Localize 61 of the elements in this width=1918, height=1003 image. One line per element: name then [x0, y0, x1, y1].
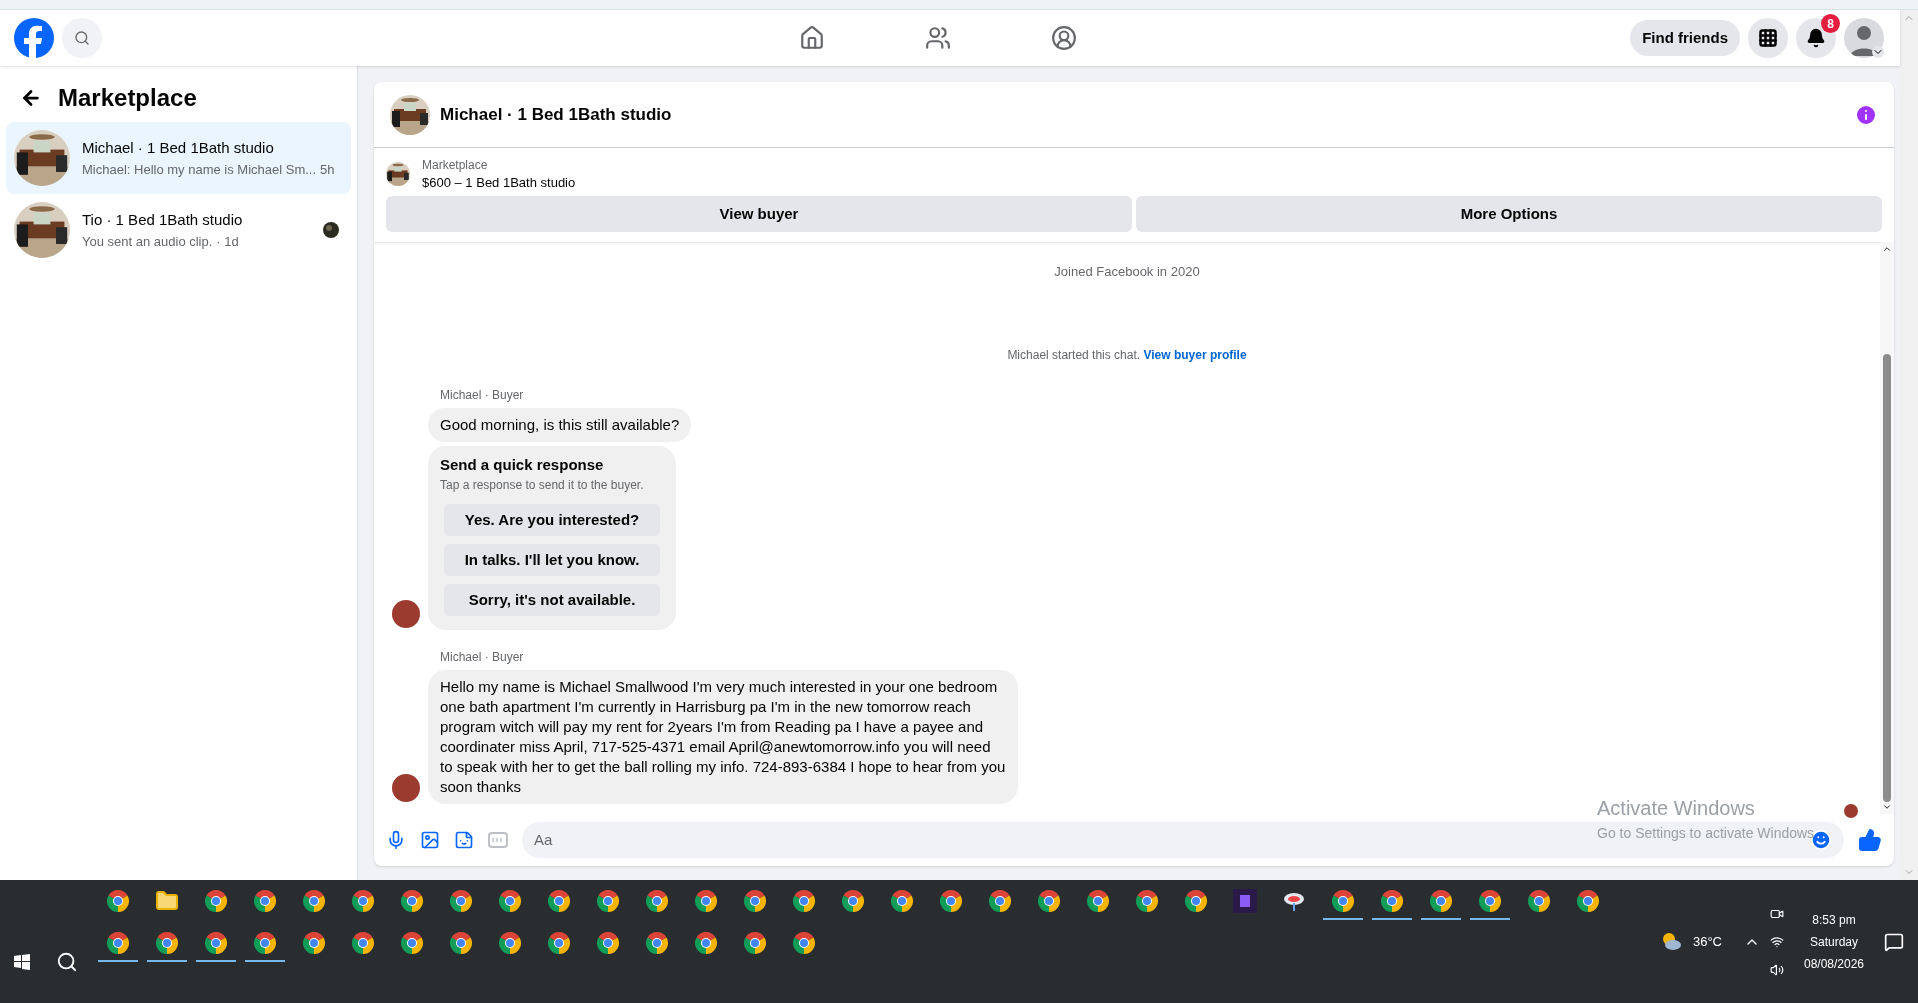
avatar [392, 600, 420, 628]
message-bubble: Good morning, is this still available? [428, 407, 692, 442]
message-preview: Michael: Hello my name is Michael Sm... [82, 160, 317, 179]
profile-avatar[interactable] [1844, 18, 1884, 58]
quick-response-button[interactable]: In talks. I'll let you know. [444, 544, 660, 576]
back-icon[interactable] [20, 87, 42, 109]
scrollbar[interactable] [1880, 242, 1894, 814]
find-friends-button[interactable]: Find friends [1630, 20, 1740, 56]
menu-button[interactable] [1748, 18, 1788, 58]
volume-icon[interactable] [1770, 962, 1784, 977]
search-button[interactable] [62, 18, 102, 58]
activation-notice-text: Go to Settings to activate Windows [1597, 824, 1815, 843]
quick-response-button[interactable]: Yes. Are you interested? [444, 504, 660, 536]
listing-title: $600 – 1 Bed 1Bath studio [422, 174, 576, 192]
groups-icon[interactable] [1051, 25, 1077, 51]
windows-icon[interactable] [14, 954, 30, 970]
joined-info: Joined Facebook in 2020 [1054, 263, 1200, 281]
notification-count: 8 [1821, 14, 1840, 33]
clock-day[interactable]: Saturday [1810, 930, 1858, 953]
chat-title: Michael · 1 Bed 1Bath studio [440, 103, 673, 126]
grid-icon [1758, 28, 1778, 48]
activation-notice-title: Activate Windows [1597, 796, 1756, 821]
action-button[interactable]: More Options [1136, 196, 1882, 232]
network-icon[interactable] [1770, 934, 1784, 949]
caret-icon[interactable] [1872, 46, 1884, 58]
card-title: Send a quick response [440, 454, 605, 475]
friends-icon[interactable] [925, 25, 951, 51]
home-icon[interactable] [799, 25, 825, 51]
buyer-profile-link[interactable]: View buyer profile [1143, 347, 1247, 362]
conversation-title: Tio · 1 Bed 1Bath studio [82, 210, 244, 230]
message-input[interactable]: Aa [534, 828, 834, 852]
microphone-icon[interactable] [386, 830, 406, 850]
photo-icon[interactable] [420, 830, 440, 850]
card-subtitle: Tap a response to send it to the buyer. [440, 477, 645, 494]
like-icon[interactable] [1858, 828, 1882, 852]
message-preview: You sent an audio clip. [82, 232, 213, 251]
logo[interactable] [14, 18, 54, 58]
scroll-down-icon[interactable] [1882, 802, 1892, 812]
scroll-up-icon[interactable] [1882, 244, 1892, 254]
clock-time[interactable]: 8:53 pm [1812, 908, 1856, 931]
search-icon [74, 30, 90, 46]
sticker-icon[interactable] [454, 830, 474, 850]
quick-response-button[interactable]: Sorry, it's not available. [444, 584, 660, 616]
seen-avatar [1844, 804, 1858, 818]
search-icon[interactable] [56, 951, 78, 973]
chat-start-notice: Michael started this chat. View buyer profile [1007, 346, 1247, 364]
message-time: 5h [320, 160, 335, 179]
notifications-icon[interactable] [1884, 931, 1904, 952]
action-button[interactable]: View buyer [386, 196, 1132, 232]
sender-label: Michael · Buyer [439, 386, 525, 404]
message-time: · 1d [216, 232, 239, 251]
bell-icon [1806, 28, 1826, 48]
clock-date[interactable]: 08/08/2026 [1803, 952, 1865, 975]
temperature: 36°C [1692, 932, 1722, 951]
listing-label: Marketplace [422, 157, 489, 174]
sender-label: Michael · Buyer [439, 649, 525, 666]
message-bubble: Hello my name is Michael Smallwood I'm very much interested in your one bedroom one bath apartment I'm currently in Harrisburg pa I'm in the new tomorrow reach program witch will pay my rent for 2years I'm from Reading pa I have a payee and coordinater miss April, 717-525-4371 email April@anewtomorrow.info you will need to speak with her to get the ball rolling my info. 724-893-6384 I hope to hear from you soon thanks [428, 670, 1018, 804]
avatar [392, 774, 420, 802]
conversation-title: Michael · 1 Bed 1Bath studio [82, 138, 275, 158]
sidebar-title: Marketplace [58, 83, 197, 113]
conversation-item[interactable]: Michael · 1 Bed 1Bath studio Michael: Hello my name is Michael Sm... 5h [6, 122, 351, 194]
